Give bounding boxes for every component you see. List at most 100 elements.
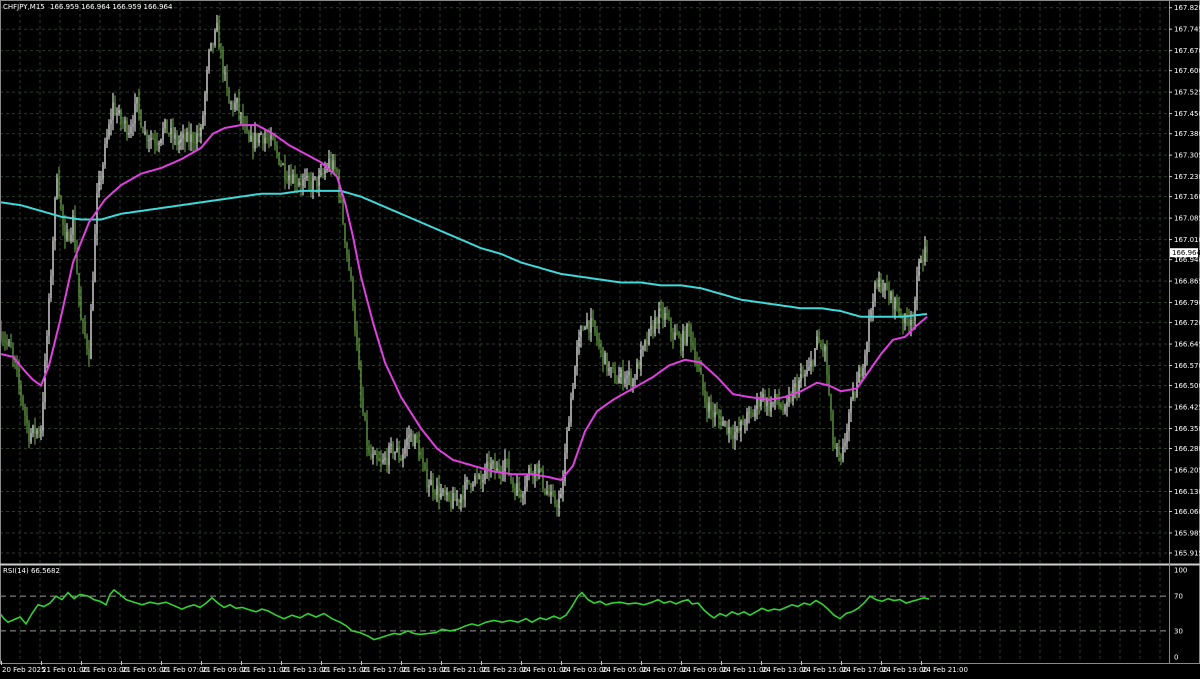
candle-body — [872, 301, 874, 311]
candle-body — [258, 134, 260, 143]
candle-body — [282, 164, 284, 166]
candle-body — [654, 317, 656, 334]
candle-body — [770, 402, 772, 412]
candle-body — [2, 339, 4, 341]
candle-body — [636, 362, 638, 379]
candle-body — [706, 402, 708, 412]
candle-body — [694, 347, 696, 362]
candle-body — [432, 480, 434, 493]
rsi-tick-label: 100 — [1174, 567, 1187, 575]
candle-body — [312, 177, 314, 191]
candle-body — [256, 133, 258, 143]
candle-body — [26, 415, 28, 424]
candle-body — [36, 430, 38, 435]
candle-body — [408, 434, 410, 438]
candle-body — [452, 492, 454, 508]
candle-body — [62, 205, 64, 226]
candle-body — [232, 103, 234, 110]
candle-body — [830, 394, 832, 412]
candle-body — [862, 368, 864, 377]
candle-body — [148, 139, 150, 141]
rsi-tick-label: 70 — [1174, 593, 1183, 601]
candle-body — [404, 445, 406, 454]
chart-canvas[interactable]: 167.820 167.745 167.670 167.600 167.525 167.4… — [0, 0, 1200, 675]
candle-body — [388, 446, 390, 466]
candle-body — [462, 495, 464, 500]
candle-body — [374, 453, 376, 455]
candle-body — [122, 123, 124, 125]
candle-body — [352, 278, 354, 307]
candle-body — [838, 447, 840, 455]
candle-body — [632, 379, 634, 387]
candle-body — [126, 120, 128, 135]
candle-body — [852, 392, 854, 400]
candle-body — [272, 135, 274, 140]
price-tick-label: 165.915 — [1174, 549, 1200, 557]
candle-body — [440, 492, 442, 499]
candle-body — [54, 198, 56, 242]
candle-body — [146, 131, 148, 141]
candle-body — [648, 329, 650, 345]
candle-body — [492, 461, 494, 464]
candle-body — [506, 459, 508, 461]
candle-body — [708, 402, 710, 412]
candle-body — [382, 459, 384, 463]
candle-body — [176, 134, 178, 145]
candle-body — [112, 102, 114, 120]
candle-body — [734, 432, 736, 439]
candle-body — [920, 260, 922, 263]
candle-body — [16, 363, 18, 370]
candle-body — [380, 460, 382, 463]
chart-header: CHFJPY,M15 166.959 166.964 166.959 166.9… — [3, 3, 173, 11]
candle-body — [670, 318, 672, 332]
candle-body — [896, 297, 898, 307]
candle-body — [894, 297, 896, 310]
candle-body — [522, 494, 524, 498]
price-tick-label: 165.985 — [1174, 529, 1200, 537]
candle-body — [324, 170, 326, 175]
candle-body — [182, 134, 184, 139]
candle-body — [782, 409, 784, 412]
candle-body — [478, 475, 480, 477]
candle-body — [472, 483, 474, 488]
candle-body — [668, 317, 670, 319]
price-tick-label: 167.525 — [1174, 89, 1200, 97]
candle-body — [266, 138, 268, 140]
candle-body — [116, 113, 118, 115]
candle-body — [790, 396, 792, 402]
candle-body — [600, 343, 602, 348]
candle-body — [238, 98, 240, 114]
candle-body — [692, 342, 694, 348]
candle-body — [442, 489, 444, 493]
candle-body — [746, 412, 748, 425]
candle-body — [406, 437, 408, 446]
candle-body — [436, 485, 438, 495]
candle-body — [70, 234, 72, 241]
candle-body — [248, 131, 250, 142]
candle-body — [334, 160, 336, 170]
candle-body — [538, 468, 540, 473]
price-tick-label: 166.645 — [1174, 341, 1200, 349]
candle-body — [454, 492, 456, 502]
candle-body — [834, 444, 836, 448]
candle-body — [254, 133, 256, 149]
candle-body — [290, 175, 292, 184]
candle-body — [74, 215, 76, 250]
candle-body — [376, 453, 378, 459]
candle-body — [204, 93, 206, 116]
candle-body — [826, 345, 828, 375]
candle-body — [6, 342, 8, 344]
candle-body — [742, 420, 744, 425]
candle-body — [604, 352, 606, 365]
candle-body — [424, 462, 426, 470]
trading-terminal: 167.820 167.745 167.670 167.600 167.525 167.4… — [0, 0, 1200, 675]
candle-body — [544, 488, 546, 494]
candle-body — [618, 377, 620, 384]
candle-body — [810, 360, 812, 367]
candle-body — [496, 468, 498, 471]
candle-body — [320, 173, 322, 176]
candle-body — [342, 198, 344, 224]
candle-body — [466, 479, 468, 482]
candle-body — [720, 417, 722, 426]
candle-body — [908, 319, 910, 326]
